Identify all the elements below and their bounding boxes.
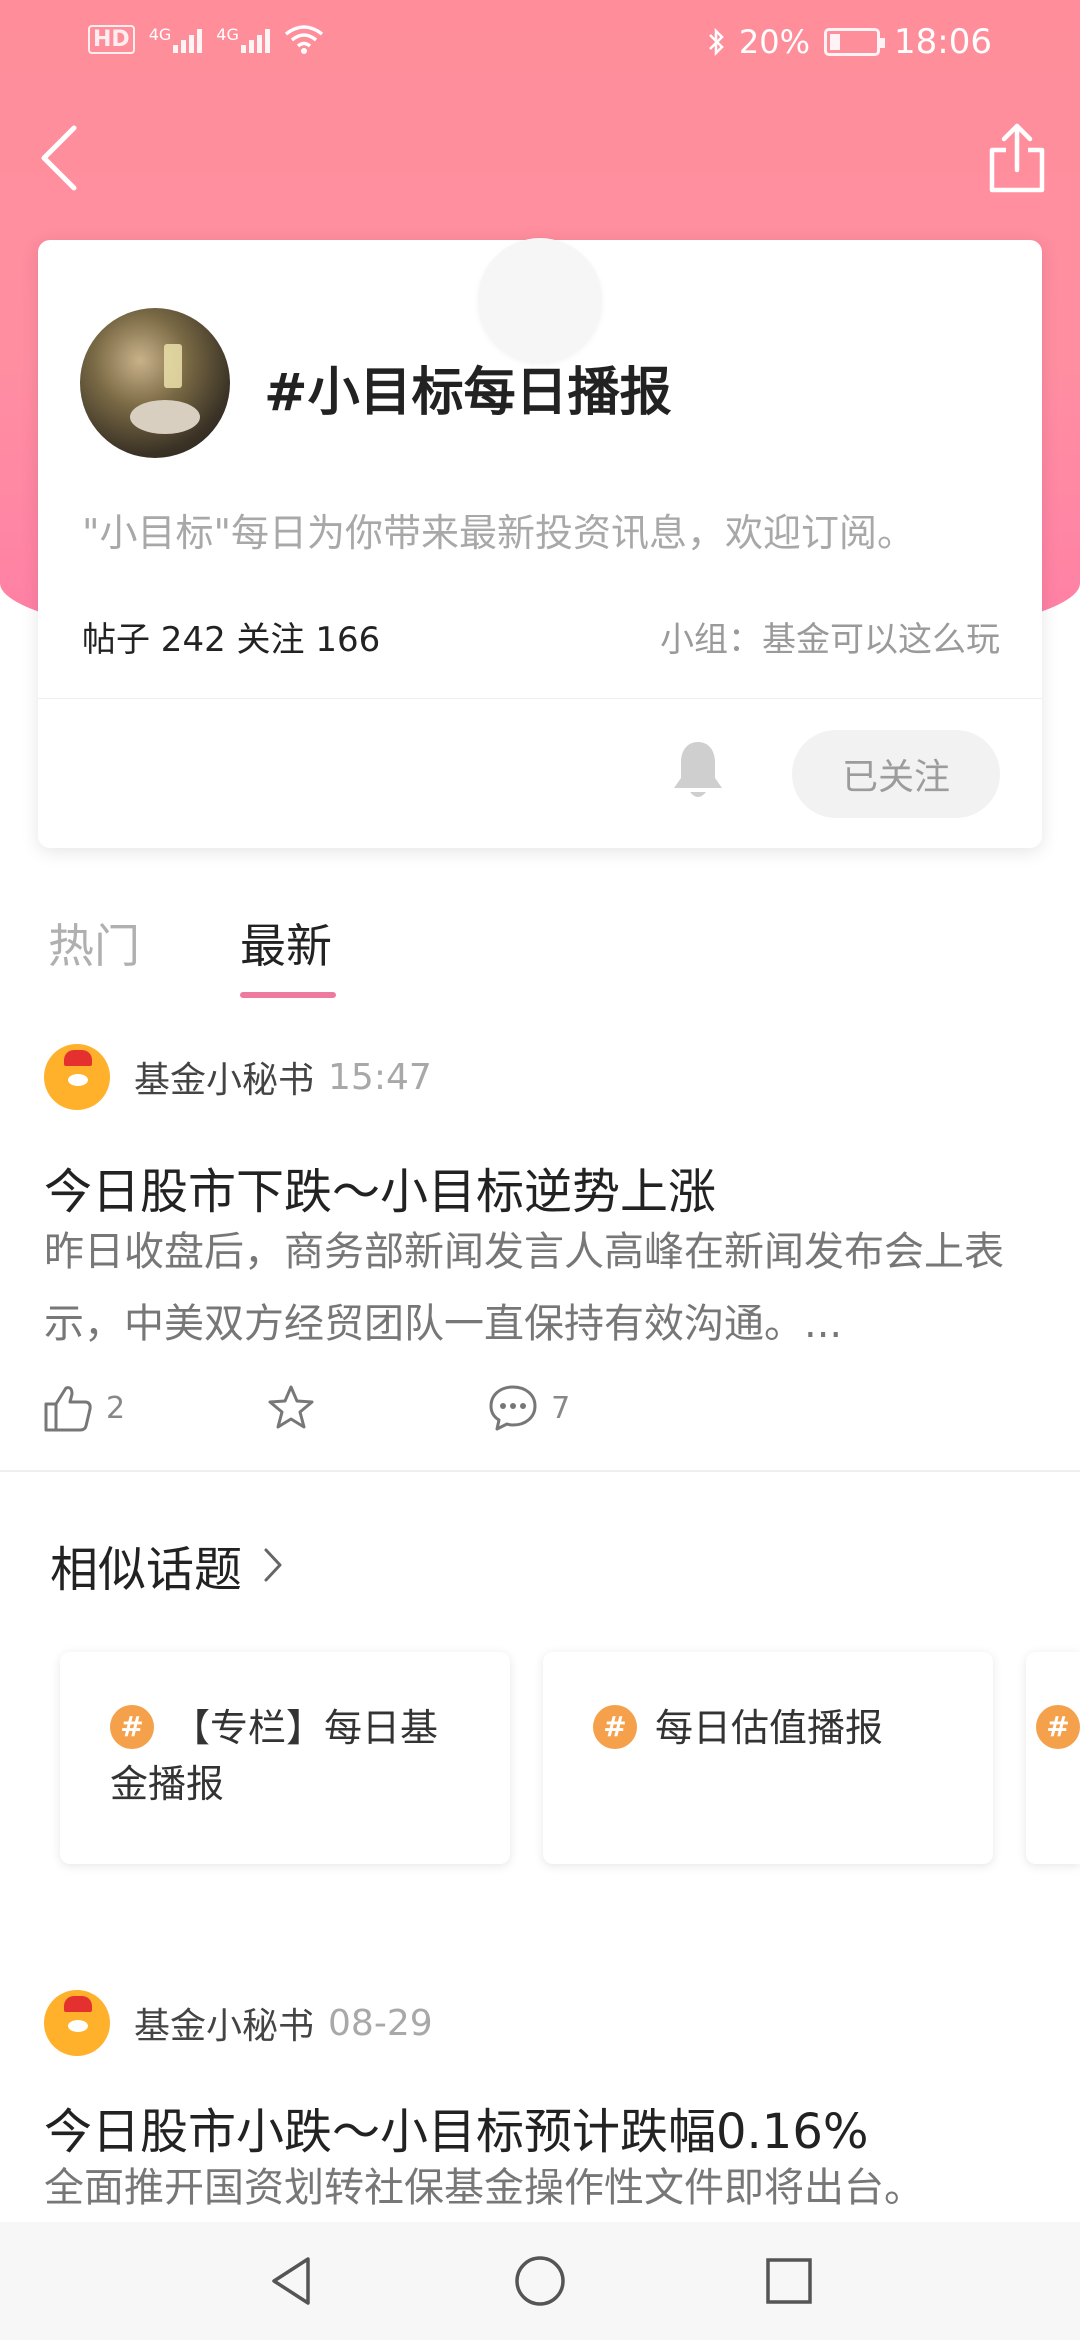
tab-hot[interactable]: 热门 — [48, 910, 140, 976]
chevron-right-icon — [264, 1548, 282, 1582]
favorite-button[interactable] — [265, 1382, 329, 1434]
nav-recents-icon[interactable] — [764, 2256, 814, 2306]
section-divider — [0, 1470, 1080, 1472]
author-avatar[interactable] — [44, 1990, 110, 2056]
topic-stats: 帖子 242 关注 166 — [82, 620, 381, 660]
post-author[interactable]: 基金小秘书 — [134, 1051, 314, 1103]
status-bar: HD 4G 4G 20% 18:06 — [0, 0, 1080, 84]
topic-card: #小目标每日播报 "小目标"每日为你带来最新投资讯息，欢迎订阅。 帖子 242 … — [38, 238, 1042, 848]
notify-button[interactable] — [670, 738, 726, 802]
tab-bar: 热门 最新 — [0, 910, 1080, 1000]
similar-topics-list: # 【专栏】每日基金播报 # 每日估值播报 # — [0, 1652, 1080, 1866]
thumbs-up-icon — [44, 1386, 92, 1432]
similar-topic-label: 每日估值播报 — [655, 1706, 884, 1750]
comment-button[interactable]: 7 — [487, 1382, 570, 1434]
bluetooth-icon — [709, 27, 724, 57]
post-header: 基金小秘书 15:47 — [44, 1042, 432, 1112]
topic-description: "小目标"每日为你带来最新投资讯息，欢迎订阅。 — [82, 511, 915, 555]
sim2-signal: 4G — [216, 25, 270, 53]
sim1-signal: 4G — [149, 25, 203, 53]
topic-group-link[interactable]: 小组：基金可以这么玩 — [660, 612, 1000, 661]
topic-title: #小目标每日播报 — [264, 363, 672, 423]
back-button[interactable] — [30, 118, 100, 198]
similar-topic-label: 【专栏】每日基金播报 — [110, 1706, 439, 1806]
card-divider — [38, 698, 1042, 699]
post-card[interactable]: 基金小秘书 15:47 今日股市下跌～小目标逆势上涨 昨日收盘后，商务部新闻发言… — [0, 1042, 1080, 1462]
tab-latest[interactable]: 最新 — [240, 910, 332, 976]
clock: 18:06 — [894, 22, 992, 62]
post-excerpt[interactable]: 昨日收盘后，商务部新闻发言人高峰在新闻发布会上表示，中美双方经贸团队一直保持有效… — [44, 1216, 1044, 1360]
share-button[interactable] — [982, 118, 1052, 198]
hd-badge: HD — [88, 24, 135, 54]
post-excerpt[interactable]: 全面推开国资划转社保基金操作性文件即将出台。 — [44, 2152, 1044, 2222]
star-icon — [268, 1385, 314, 1429]
similar-topics-header[interactable]: 相似话题 — [50, 1530, 288, 1600]
hashtag-icon: # — [593, 1704, 637, 1749]
comment-count: 7 — [551, 1390, 571, 1426]
post-card[interactable]: 基金小秘书 08-29 今日股市小跌～小目标预计跌幅0.16% 全面推开国资划转… — [0, 1988, 1080, 2222]
tab-active-indicator — [240, 992, 336, 998]
system-nav-bar — [0, 2222, 1080, 2340]
like-count: 2 — [106, 1390, 126, 1426]
post-time: 08-29 — [328, 2002, 433, 2044]
post-actions: 2 7 — [42, 1378, 570, 1438]
bell-icon — [674, 742, 722, 797]
post-header: 基金小秘书 08-29 — [44, 1988, 433, 2058]
similar-topic-card[interactable]: # — [1026, 1652, 1080, 1864]
topic-avatar — [80, 308, 230, 458]
similar-topic-card[interactable]: # 【专栏】每日基金播报 — [60, 1652, 510, 1864]
card-decoration — [478, 238, 602, 362]
post-author[interactable]: 基金小秘书 — [134, 1997, 314, 2049]
nav-back-icon[interactable] — [266, 2253, 316, 2309]
wifi-icon — [284, 25, 323, 54]
chevron-left-icon — [41, 125, 77, 191]
similar-topic-card[interactable]: # 每日估值播报 — [543, 1652, 993, 1864]
comment-icon — [489, 1385, 537, 1431]
battery-icon — [824, 28, 886, 56]
post-title[interactable]: 今日股市下跌～小目标逆势上涨 — [44, 1152, 716, 1222]
author-avatar[interactable] — [44, 1044, 110, 1110]
hashtag-icon: # — [110, 1704, 154, 1749]
post-time: 15:47 — [328, 1056, 432, 1098]
similar-topics-title: 相似话题 — [50, 1542, 243, 1598]
follow-button[interactable]: 已关注 — [792, 730, 1000, 818]
nav-home-icon[interactable] — [512, 2253, 568, 2309]
battery-percent: 20% — [738, 23, 811, 61]
hashtag-icon: # — [1036, 1704, 1080, 1749]
share-icon — [989, 123, 1045, 193]
like-button[interactable]: 2 — [42, 1382, 125, 1434]
